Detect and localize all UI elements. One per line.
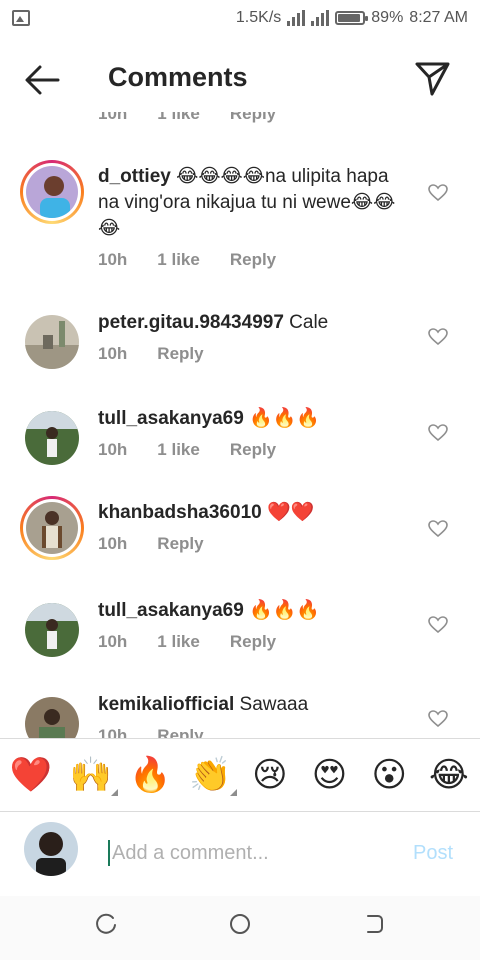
reply-button[interactable]: Reply (230, 440, 276, 460)
comment-username[interactable]: tull_asakanya69 (98, 600, 244, 621)
reaction-surprised-button[interactable]: 😮 (366, 752, 412, 798)
comment-username[interactable]: d_ottiey (98, 166, 171, 187)
reaction-raised-hands-button[interactable]: 🙌 (68, 752, 118, 798)
skin-tone-indicator-icon (230, 789, 238, 796)
reaction-clap-button[interactable]: 👏 (187, 752, 238, 798)
comment-body: Sawaaa (239, 694, 309, 715)
clapping-hands-emoji: 👏 (188, 755, 232, 795)
comment-username[interactable]: khanbadsha36010 (98, 502, 262, 523)
current-user-avatar (24, 822, 78, 876)
network-speed: 1.5K/s (235, 9, 282, 26)
battery-percent: 89% (371, 9, 404, 26)
avatar (26, 502, 78, 554)
share-button[interactable] (412, 58, 452, 98)
signal-strength-icon-2 (311, 10, 330, 26)
comments-list[interactable]: 10h 1 like Reply d_ottiey 😂😂😂😂na ulipita… (0, 112, 480, 738)
comment-time: 10h (98, 250, 128, 269)
reply-button[interactable]: Reply (230, 250, 276, 270)
recent-apps-icon[interactable] (95, 912, 119, 936)
comment-body: Cale (289, 312, 329, 333)
gallery-notification-icon (12, 10, 30, 26)
reaction-heart-button[interactable]: ❤️ (8, 752, 54, 798)
paper-plane-icon (415, 62, 450, 96)
reply-button[interactable]: Reply (157, 534, 203, 554)
avatar-story-ring[interactable] (20, 160, 84, 224)
comment-input[interactable] (108, 840, 388, 866)
comment-time: 10h (98, 112, 128, 123)
raised-hands-emoji: 🙌 (69, 755, 112, 795)
comment-time: 10h (98, 440, 128, 459)
home-icon[interactable] (228, 912, 252, 936)
reply-button[interactable]: Reply (157, 726, 203, 738)
comment-likes[interactable]: 1 like (157, 440, 200, 460)
heart-outline-icon[interactable] (428, 520, 448, 538)
comment-text: khanbadsha36010 ❤️❤️ (98, 500, 398, 526)
comment-time: 10h (98, 726, 128, 738)
reaction-laughing-button[interactable]: 😂 (426, 752, 472, 798)
comments-header: Comments (0, 48, 480, 112)
comment-username[interactable]: kemikaliofficial (98, 694, 234, 715)
heart-outline-icon[interactable] (428, 616, 448, 634)
comment-body: ❤️❤️ (266, 502, 315, 523)
avatar[interactable] (20, 598, 84, 662)
skin-tone-indicator-icon (110, 789, 118, 796)
comment-time: 10h (98, 534, 128, 553)
reply-button[interactable]: Reply (230, 632, 276, 652)
comment-text: d_ottiey 😂😂😂😂na ulipita hapa na ving'ora… (98, 164, 398, 242)
page-title: Comments (108, 62, 248, 92)
comment-body: 🔥🔥🔥 (249, 408, 321, 429)
comment-time: 10h (98, 632, 128, 651)
back-nav-icon[interactable] (362, 912, 386, 936)
comment-likes[interactable]: 1 like (157, 250, 200, 270)
comment-username[interactable]: tull_asakanya69 (98, 408, 244, 429)
quick-reactions-bar: ❤️ 🙌 🔥 👏 😢 😍 😮 😂 (0, 738, 480, 812)
reaction-heart-eyes-button[interactable]: 😍 (307, 752, 353, 798)
reaction-fire-button[interactable]: 🔥 (127, 752, 173, 798)
comment-likes[interactable]: 1 like (157, 632, 200, 652)
status-bar: 1.5K/s 89% 8:27 AM (0, 0, 480, 36)
reply-button[interactable]: Reply (157, 344, 203, 364)
clock: 8:27 AM (409, 9, 468, 26)
comment-text: peter.gitau.98434997 Cale (98, 310, 398, 336)
comment-row-partial: 10h 1 like Reply (0, 112, 480, 132)
comment-body: 🔥🔥🔥 (249, 600, 321, 621)
avatar[interactable] (20, 310, 84, 374)
avatar[interactable] (20, 406, 84, 470)
heart-outline-icon[interactable] (428, 328, 448, 346)
comment-username[interactable]: peter.gitau.98434997 (98, 312, 284, 333)
system-navigation-bar (0, 896, 480, 960)
comment-composer: Post (0, 812, 480, 896)
reply-button[interactable]: Reply (230, 112, 276, 124)
avatar[interactable] (20, 692, 84, 738)
avatar-story-ring[interactable] (20, 496, 84, 560)
post-button[interactable]: Post (413, 842, 453, 865)
avatar (26, 166, 78, 218)
comment-likes[interactable]: 1 like (157, 112, 200, 124)
comment-text: tull_asakanya69 🔥🔥🔥 (98, 598, 398, 624)
heart-outline-icon[interactable] (428, 424, 448, 442)
comment-text: tull_asakanya69 🔥🔥🔥 (98, 406, 398, 432)
heart-outline-icon[interactable] (428, 710, 448, 728)
heart-outline-icon[interactable] (428, 184, 448, 202)
signal-strength-icon (287, 10, 306, 26)
back-button[interactable] (22, 62, 62, 98)
reaction-crying-button[interactable]: 😢 (247, 752, 293, 798)
battery-icon (335, 11, 369, 25)
comment-time: 10h (98, 344, 128, 363)
arrow-left-icon (25, 65, 60, 95)
comment-text: kemikaliofficial Sawaaa (98, 692, 398, 718)
